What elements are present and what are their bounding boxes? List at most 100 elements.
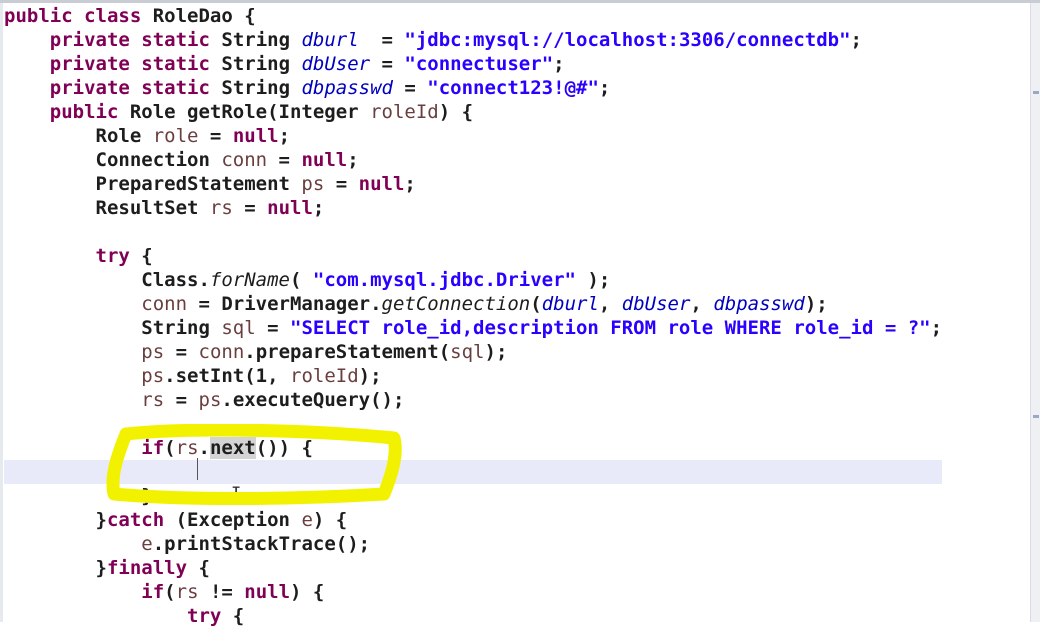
code-token: );: [358, 365, 382, 387]
code-line[interactable]: private static String dbUser = "connectu…: [4, 52, 942, 76]
code-line[interactable]: Connection conn = null;: [4, 148, 942, 172]
variable-token: ps: [198, 389, 222, 411]
variable-token: conn: [141, 293, 188, 315]
code-line[interactable]: Class.forName( "com.mysql.jdbc.Driver" )…: [4, 268, 942, 292]
code-line[interactable]: }finally {: [4, 556, 942, 580]
keyword-token: null: [232, 125, 279, 147]
code-token: =: [232, 197, 268, 219]
code-line[interactable]: ResultSet rs = null;: [4, 196, 942, 220]
code-token: PreparedStatement: [4, 173, 302, 195]
variable-token: e: [301, 509, 313, 531]
editor-overview-ruler[interactable]: [1030, 3, 1040, 622]
code-token: Role getRole(Integer: [118, 101, 371, 123]
code-token: .executeQuery();: [221, 389, 405, 411]
code-line[interactable]: try {: [4, 604, 942, 628]
field-token: dbpasswd: [301, 77, 393, 99]
code-token: =: [370, 53, 405, 75]
code-editor[interactable]: public class RoleDao { private static St…: [4, 4, 943, 628]
text-caret: [197, 458, 198, 480]
code-line[interactable]: if(rs.next()) {: [4, 436, 942, 460]
code-line[interactable]: try {: [4, 244, 942, 268]
ruler-mark[interactable]: [1033, 415, 1039, 418]
string-token: "connect123!@#": [427, 77, 599, 99]
code-line[interactable]: public Role getRole(Integer roleId) {: [4, 100, 942, 124]
variable-token: conn: [221, 149, 268, 171]
keyword-token: null: [244, 581, 291, 603]
code-token: (: [289, 269, 313, 291]
code-line[interactable]: [4, 460, 943, 484]
code-line[interactable]: public class RoleDao {: [4, 4, 942, 28]
code-token: Role: [4, 125, 153, 147]
code-token: (Exception: [164, 509, 302, 531]
keyword-token: null: [301, 149, 348, 171]
keyword-token: try: [95, 245, 130, 267]
code-line[interactable]: conn = DriverManager.getConnection(dburl…: [4, 292, 942, 316]
code-token: =: [198, 125, 233, 147]
code-token: );: [484, 341, 508, 363]
keyword-token: static: [141, 77, 210, 99]
code-token: {: [129, 245, 153, 267]
variable-token: sql: [221, 317, 256, 339]
field-token: dbUser: [621, 293, 691, 315]
code-token: ResultSet: [4, 197, 210, 219]
code-token: =: [164, 341, 199, 363]
code-line[interactable]: Role role = null;: [4, 124, 942, 148]
keyword-token: if: [141, 437, 165, 459]
field-token: dburl: [541, 293, 599, 315]
keyword-token: class: [84, 5, 142, 27]
code-line[interactable]: PreparedStatement ps = null;: [4, 172, 942, 196]
editor-gutter: [0, 3, 3, 622]
code-line[interactable]: rs = ps.executeQuery();: [4, 388, 942, 412]
code-token: =: [267, 149, 302, 171]
code-line[interactable]: ps.setInt(1, roleId);: [4, 364, 942, 388]
code-token: .prepareStatement(: [244, 341, 451, 363]
variable-token: roleId: [370, 101, 439, 123]
code-token: =: [164, 389, 199, 411]
code-token: ,: [598, 293, 622, 315]
keyword-token: private: [49, 53, 130, 75]
code-token: }: [4, 509, 107, 531]
highlighted-token: next: [209, 437, 256, 459]
code-token: =: [324, 173, 359, 195]
code-token: =: [392, 77, 428, 99]
code-token: (: [164, 581, 176, 603]
ruler-mark[interactable]: [1033, 91, 1039, 94]
code-line[interactable]: [4, 412, 942, 436]
code-token: ;: [553, 53, 565, 75]
code-token: .printStackTrace();: [152, 533, 371, 555]
keyword-token: null: [358, 173, 405, 195]
code-token: =: [255, 317, 290, 339]
code-line[interactable]: String sql = "SELECT role_id,description…: [4, 316, 942, 340]
code-line[interactable]: if(rs != null) {: [4, 580, 942, 604]
variable-token: conn: [198, 341, 245, 363]
code-line[interactable]: e.printStackTrace();: [4, 532, 942, 556]
keyword-token: null: [267, 197, 313, 219]
static-method-token: forName: [209, 269, 290, 291]
variable-token: ps: [141, 365, 165, 387]
code-line[interactable]: private static String dburl = "jdbc:mysq…: [4, 28, 942, 52]
code-line[interactable]: }: [4, 484, 942, 508]
code-line[interactable]: }catch (Exception e) {: [4, 508, 942, 532]
code-token: ()) {: [255, 437, 313, 459]
variable-token: rs: [141, 389, 165, 411]
code-line[interactable]: ps = conn.prepareStatement(sql);: [4, 340, 942, 364]
code-token: String: [209, 53, 302, 75]
code-line[interactable]: [4, 220, 942, 244]
code-token: ) {: [438, 101, 474, 123]
code-token: .: [198, 437, 210, 459]
code-line[interactable]: private static String dbpasswd = "connec…: [4, 76, 942, 100]
